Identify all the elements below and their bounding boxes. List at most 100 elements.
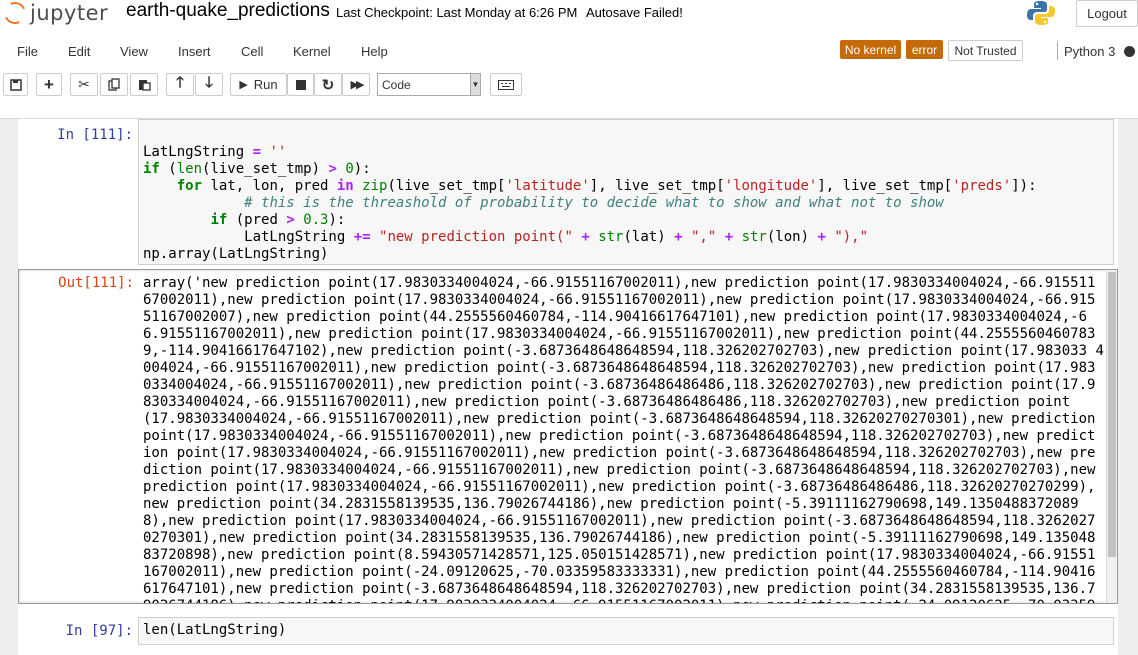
code-token: for: [176, 178, 203, 194]
output-line: 167002011),new prediction point(-24.0912…: [143, 564, 1096, 580]
not-trusted-badge[interactable]: Not Trusted: [948, 40, 1023, 61]
keyboard-icon: [498, 79, 514, 90]
code-token: '': [269, 144, 287, 160]
menu-help[interactable]: Help: [361, 44, 388, 59]
menu-kernel[interactable]: Kernel: [293, 44, 331, 59]
code-token: 0: [345, 161, 354, 177]
restart-icon: ↻: [321, 76, 335, 94]
code-token: str: [598, 229, 624, 245]
autosave-status: Autosave Failed!: [586, 5, 683, 20]
menu-cell[interactable]: Cell: [241, 44, 263, 59]
code-cell-input-2[interactable]: len(LatLngString): [138, 617, 1114, 645]
code-token: (live_set_tmp): [202, 161, 329, 177]
output-line: 8),new prediction point(17.9830334004024…: [143, 513, 1096, 529]
output-line: 0334004024,-66.91551167002011),new predi…: [143, 377, 1096, 393]
code-token: 0.3: [303, 212, 329, 228]
code-token: if: [143, 161, 160, 177]
code-token: if: [210, 212, 228, 228]
restart-button[interactable]: ↻: [314, 73, 342, 96]
run-label: Run: [253, 77, 278, 92]
output-line: array('new prediction point(17.983033400…: [143, 275, 1096, 291]
code-editor-2[interactable]: len(LatLngString): [143, 622, 286, 638]
notebook-container: In [111]: LatLngString = '' if (len(live…: [18, 119, 1118, 655]
code-token: (live_set_tmp[: [387, 178, 506, 194]
cell-type-value: Code: [382, 77, 411, 92]
kernel-status-icon: [1124, 46, 1135, 57]
run-icon: ▶: [239, 79, 248, 91]
paste-icon: [138, 80, 151, 91]
output-line: 51167002007),new prediction point(44.255…: [143, 309, 1088, 325]
output-line: 67002011),new prediction point(17.983033…: [143, 292, 1096, 308]
code-token: +: [674, 229, 683, 245]
cell-type-select[interactable]: Code ▼: [377, 73, 481, 96]
menu-insert[interactable]: Insert: [178, 44, 211, 59]
menu-edit[interactable]: Edit: [68, 44, 90, 59]
copy-button[interactable]: [100, 73, 128, 96]
output-line: 0270301),new prediction point(34.2831558…: [143, 530, 1096, 546]
menu-view[interactable]: View: [120, 44, 148, 59]
no-kernel-badge[interactable]: No kernel: [840, 40, 901, 59]
code-token: +: [581, 229, 590, 245]
save-button[interactable]: [3, 73, 28, 96]
output-line: 9026744186),new prediction point(17.9830…: [143, 598, 1098, 603]
cut-button[interactable]: ✂: [70, 73, 98, 96]
menu-file[interactable]: File: [17, 44, 38, 59]
code-token: +: [724, 229, 734, 245]
fast-forward-icon: ▶▶: [350, 79, 365, 91]
code-token: ]):: [1011, 178, 1037, 194]
restart-run-all-button[interactable]: ▶▶: [342, 73, 370, 96]
code-token: 'latitude': [505, 178, 590, 194]
output-area[interactable]: Out[111]: array('new prediction point(17…: [18, 269, 1118, 604]
run-button[interactable]: ▶ Run: [230, 73, 287, 96]
move-down-button[interactable]: 🡓: [195, 73, 223, 96]
code-token: "),": [834, 229, 869, 245]
output-prompt: Out[111]:: [58, 275, 134, 291]
checkpoint-status: Last Checkpoint: Last Monday at 6:26 PM: [336, 5, 578, 20]
code-token: in: [336, 178, 354, 194]
paste-button[interactable]: [130, 73, 158, 96]
notebook-name[interactable]: earth-quake_predictions: [126, 0, 330, 22]
code-token: LatLngString: [143, 229, 354, 245]
code-token: np.array(LatLngString): [143, 246, 329, 262]
move-up-button[interactable]: 🡑: [166, 73, 194, 96]
interrupt-button[interactable]: [287, 73, 314, 96]
code-token: ], live_set_tmp[: [817, 178, 953, 194]
toolbar: + ✂ 🡑 🡓 ▶ Run ↻ ▶▶ Code ▼: [0, 72, 1138, 100]
output-line: (17.9830334004024,-66.91551167002011),ne…: [143, 411, 1096, 427]
code-token: >: [328, 161, 337, 177]
code-token: (: [159, 161, 177, 177]
code-token: ",": [690, 229, 717, 245]
plus-icon: +: [44, 74, 54, 94]
input-prompt: In [111]:: [57, 127, 133, 143]
output-text: array('new prediction point(17.983033400…: [143, 275, 1104, 603]
jupyter-logo[interactable]: jupyter: [0, 0, 109, 28]
output-line: 6.91551167002011),new prediction point(1…: [143, 326, 1096, 342]
scrollbar-thumb[interactable]: [1108, 272, 1116, 557]
code-cell-input[interactable]: LatLngString = '' if (len(live_set_tmp) …: [138, 119, 1114, 265]
output-scrollbar[interactable]: [1106, 270, 1117, 603]
output-line: 9,-114.90416617647102),new prediction po…: [143, 343, 1104, 359]
code-token: 'preds': [952, 178, 1012, 194]
output-line: 004024,-66.91551167002011),new predictio…: [143, 360, 1096, 376]
code-editor[interactable]: LatLngString = '' if (len(live_set_tmp) …: [143, 144, 1037, 263]
code-token: 'longitude': [724, 178, 818, 194]
code-token: ):: [353, 161, 371, 177]
logo-text: jupyter: [30, 1, 109, 25]
python-logo-icon: [1027, 1, 1055, 25]
output-line: point(17.9830334004024,-66.9155116700201…: [143, 428, 1096, 444]
code-token: zip: [362, 178, 388, 194]
command-palette-button[interactable]: [490, 73, 522, 96]
output-line: 830334004024,-66.91551167002011),new pre…: [143, 394, 1071, 410]
logout-button[interactable]: Logout: [1076, 0, 1138, 27]
code-token: (lon): [766, 229, 818, 245]
error-badge[interactable]: error: [906, 40, 943, 59]
arrow-up-icon: 🡑: [176, 74, 184, 91]
header: jupyter earth-quake_predictions Last Che…: [0, 0, 1138, 119]
insert-cell-button[interactable]: +: [36, 73, 62, 96]
output-line: diction point(17.9830334004024,-66.91551…: [143, 462, 1096, 478]
